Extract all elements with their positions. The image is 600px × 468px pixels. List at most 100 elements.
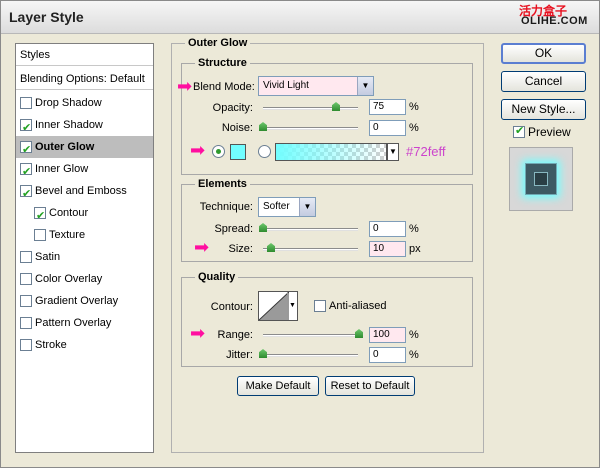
chevron-down-icon: ▼	[299, 198, 315, 216]
style-checkbox[interactable]	[34, 229, 46, 241]
style-checkbox[interactable]	[20, 97, 32, 109]
cancel-button[interactable]: Cancel	[501, 71, 586, 92]
style-item-label: Contour	[49, 207, 89, 219]
preview-checkbox[interactable]	[513, 124, 525, 138]
style-item-label: Inner Shadow	[35, 119, 103, 131]
range-field[interactable]: 100	[369, 327, 406, 343]
blending-options-item[interactable]: Blending Options: Default	[16, 68, 153, 90]
blending-options-label: Blending Options: Default	[20, 73, 145, 85]
window-title: Layer Style	[9, 9, 84, 25]
gradient-radio[interactable]	[258, 145, 271, 158]
watermark-site: OLIHE.COM	[521, 15, 588, 27]
reset-to-default-button[interactable]: Reset to Default	[325, 376, 415, 396]
noise-field[interactable]: 0	[369, 120, 406, 136]
style-item-label: Inner Glow	[35, 163, 89, 175]
spread-field[interactable]: 0	[369, 221, 406, 237]
contour-curve-icon	[259, 292, 289, 320]
style-checkbox[interactable]	[20, 139, 32, 161]
style-item-label: Bevel and Emboss	[35, 185, 127, 197]
style-checkbox[interactable]	[20, 339, 32, 351]
style-checkbox[interactable]	[20, 295, 32, 307]
blend-mode-select[interactable]: Vivid Light ▼	[258, 76, 374, 96]
contour-label: Contour:	[210, 301, 253, 313]
spread-slider-track[interactable]	[263, 228, 358, 231]
size-label: Size:	[228, 243, 253, 255]
style-item-outer-glow[interactable]: Outer Glow	[16, 136, 153, 161]
opacity-unit: %	[409, 101, 419, 113]
preview-inner	[534, 172, 548, 186]
jitter-unit: %	[409, 349, 419, 361]
style-item-drop-shadow[interactable]: Drop Shadow	[16, 92, 153, 114]
style-checkbox[interactable]	[20, 317, 32, 329]
outer-glow-title: Outer Glow	[185, 37, 251, 49]
style-item-pattern-overlay[interactable]: Pattern Overlay	[16, 312, 153, 334]
style-item-label: Drop Shadow	[35, 97, 102, 109]
chevron-down-icon[interactable]: ▼	[387, 143, 399, 161]
range-label: Range:	[217, 329, 253, 341]
blend-mode-label: Blend Mode:	[193, 81, 255, 93]
spread-label: Spread:	[214, 223, 253, 235]
style-item-label: Satin	[35, 251, 61, 263]
make-default-button[interactable]: Make Default	[237, 376, 319, 396]
pointer-arrow-icon: ➡	[190, 140, 206, 161]
noise-slider-track[interactable]	[263, 127, 358, 130]
range-slider-track[interactable]	[263, 334, 358, 337]
color-annotation: #72feff	[406, 144, 446, 159]
noise-label: Noise:	[221, 122, 253, 134]
blend-mode-value: Vivid Light	[263, 80, 309, 91]
new-style-button[interactable]: New Style...	[501, 99, 586, 120]
style-checkbox[interactable]	[20, 117, 32, 139]
quality-title: Quality	[195, 271, 239, 283]
technique-value: Softer	[263, 201, 290, 212]
preview-label: Preview	[528, 125, 571, 139]
preview-thumbnail	[509, 147, 573, 211]
spread-unit: %	[409, 223, 419, 235]
technique-select[interactable]: Softer ▼	[258, 197, 316, 217]
glow-color-swatch[interactable]	[230, 144, 246, 160]
preview-swatch	[525, 163, 557, 195]
styles-header[interactable]: Styles	[16, 44, 153, 66]
size-slider-track[interactable]	[263, 248, 358, 251]
style-item-texture[interactable]: Texture	[16, 224, 153, 246]
style-checkbox[interactable]	[20, 273, 32, 285]
style-item-label: Gradient Overlay	[35, 295, 119, 307]
style-item-gradient-overlay[interactable]: Gradient Overlay	[16, 290, 153, 312]
style-item-satin[interactable]: Satin	[16, 246, 153, 268]
layer-style-dialog: Layer Style 活力盒子 OLIHE.COM Styles Blendi…	[0, 0, 600, 468]
style-item-color-overlay[interactable]: Color Overlay	[16, 268, 153, 290]
opacity-label: Opacity:	[212, 102, 253, 114]
opacity-field[interactable]: 75	[369, 99, 406, 115]
glow-gradient-picker[interactable]	[275, 143, 387, 161]
style-item-stroke[interactable]: Stroke	[16, 334, 153, 356]
jitter-label: Jitter:	[226, 349, 253, 361]
contour-picker[interactable]: ▼	[258, 291, 298, 321]
range-unit: %	[409, 329, 419, 341]
style-checkbox[interactable]	[20, 161, 32, 183]
noise-unit: %	[409, 122, 419, 134]
style-checkbox[interactable]	[20, 251, 32, 263]
style-item-label: Stroke	[35, 339, 67, 351]
size-unit: px	[409, 243, 421, 255]
style-item-inner-glow[interactable]: Inner Glow	[16, 158, 153, 183]
title-bar: Layer Style 活力盒子 OLIHE.COM	[1, 1, 599, 34]
elements-title: Elements	[195, 178, 250, 190]
jitter-field[interactable]: 0	[369, 347, 406, 363]
chevron-down-icon: ▼	[357, 77, 373, 95]
style-checkbox[interactable]	[20, 183, 32, 205]
chevron-down-icon: ▼	[287, 292, 297, 320]
style-item-label: Color Overlay	[35, 273, 103, 285]
solid-color-radio[interactable]	[212, 145, 225, 158]
style-item-contour[interactable]: Contour	[16, 202, 153, 227]
style-item-inner-shadow[interactable]: Inner Shadow	[16, 114, 153, 139]
structure-title: Structure	[195, 57, 250, 69]
anti-aliased-checkbox[interactable]	[314, 300, 326, 312]
pointer-arrow-icon: ➡	[177, 76, 193, 97]
style-item-bevel-and-emboss[interactable]: Bevel and Emboss	[16, 180, 153, 205]
ok-button[interactable]: OK	[501, 43, 586, 64]
style-checkbox[interactable]	[34, 205, 46, 227]
style-item-label: Outer Glow	[35, 141, 95, 153]
opacity-slider-track[interactable]	[263, 107, 358, 110]
jitter-slider-track[interactable]	[263, 354, 358, 357]
size-field[interactable]: 10	[369, 241, 406, 257]
technique-label: Technique:	[199, 201, 253, 213]
